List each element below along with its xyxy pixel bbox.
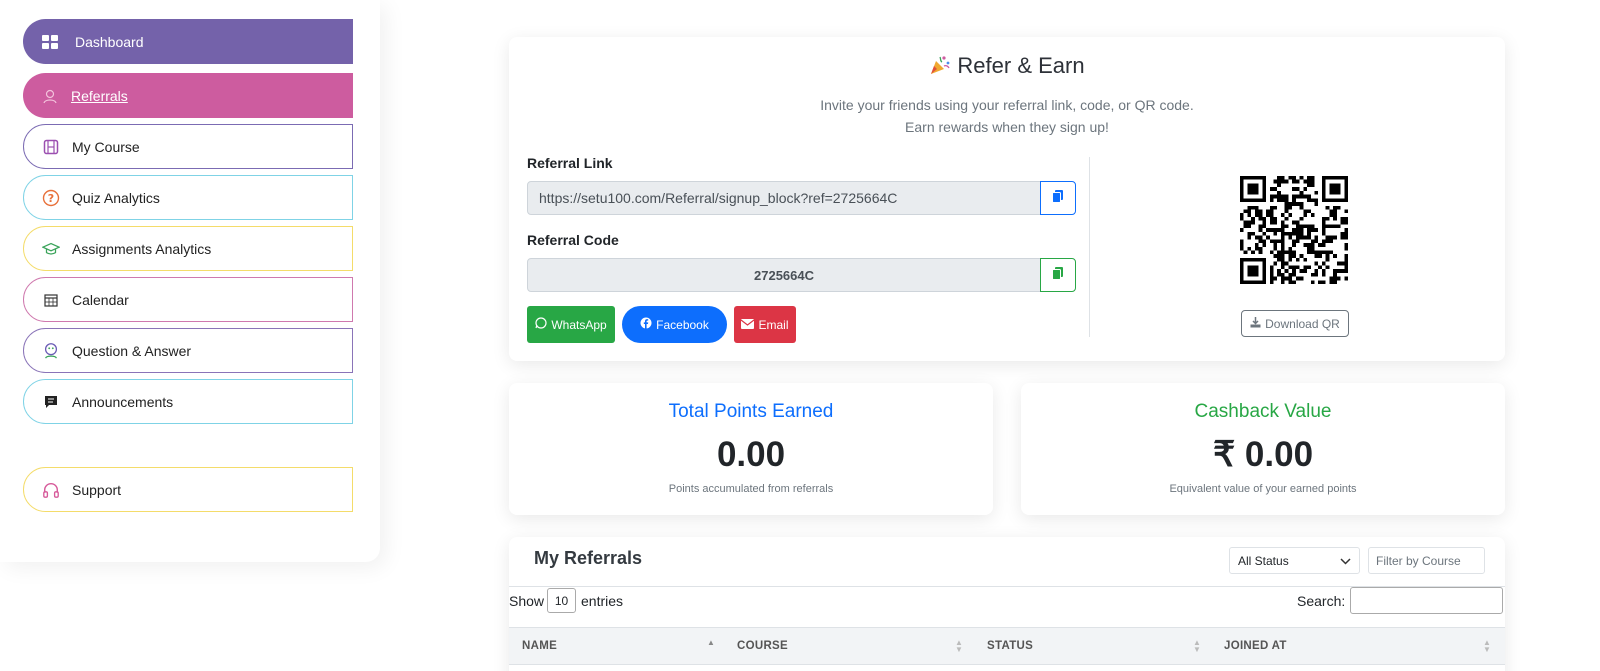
column-header-joined-at[interactable]: JOINED AT bbox=[1224, 628, 1287, 664]
chevron-down-icon bbox=[1340, 554, 1351, 568]
column-header-status[interactable]: STATUS bbox=[987, 628, 1033, 664]
film-icon bbox=[42, 138, 60, 156]
calendar-icon bbox=[42, 291, 60, 309]
copy-code-button[interactable] bbox=[1040, 258, 1076, 292]
sidebar-item-label: Calendar bbox=[72, 291, 129, 308]
copy-link-button[interactable] bbox=[1040, 181, 1076, 215]
grid-icon bbox=[41, 33, 59, 51]
table-header: NAME ▲ COURSE ▲ ▼ STATUS ▲ ▼ JOINED AT ▲ ▼ bbox=[509, 627, 1505, 665]
points-title: Total Points Earned bbox=[668, 401, 834, 422]
sidebar-item-referrals[interactable]: Referrals bbox=[23, 73, 353, 118]
sidebar-item-label: Assignments Analytics bbox=[72, 240, 212, 257]
sort-icon: ▲ ▼ bbox=[955, 638, 963, 654]
column-header-course[interactable]: COURSE bbox=[737, 628, 788, 664]
download-qr-label: Download QR bbox=[1265, 316, 1340, 331]
download-icon bbox=[1250, 316, 1261, 331]
sidebar-item-calendar[interactable]: Calendar bbox=[23, 277, 353, 322]
referral-link-field[interactable]: https://setu100.com/Referral/signup_bloc… bbox=[527, 181, 1041, 215]
message-icon bbox=[42, 393, 60, 411]
sidebar: Dashboard Referrals My Course ? Quiz Ana… bbox=[0, 0, 380, 562]
sidebar-item-label: Announcements bbox=[72, 393, 174, 410]
my-referrals-title: My Referrals bbox=[534, 548, 643, 568]
sidebar-item-assignments-analytics[interactable]: Assignments Analytics bbox=[23, 226, 353, 271]
facebook-icon bbox=[640, 317, 652, 332]
sidebar-item-label: Quiz Analytics bbox=[72, 189, 160, 206]
sidebar-item-label: My Course bbox=[72, 138, 140, 155]
svg-text:?: ? bbox=[48, 192, 54, 205]
sidebar-item-label: Referrals bbox=[71, 87, 128, 104]
show-label: Show bbox=[509, 593, 545, 609]
referral-icon bbox=[41, 87, 59, 105]
whatsapp-label: WhatsApp bbox=[551, 317, 607, 332]
points-value: 0.00 bbox=[716, 435, 786, 474]
column-header-name[interactable]: NAME bbox=[522, 628, 557, 664]
facebook-label: Facebook bbox=[656, 317, 709, 332]
graduation-cap-icon bbox=[42, 240, 60, 258]
refer-subtitle-line2: Earn rewards when they sign up! bbox=[905, 119, 1109, 135]
sort-icon: ▲ ▼ bbox=[1193, 638, 1201, 654]
points-description: Points accumulated from referrals bbox=[668, 483, 834, 495]
status-filter-select[interactable]: All Status bbox=[1229, 547, 1360, 574]
sidebar-item-label: Question & Answer bbox=[72, 342, 192, 359]
referral-code-field[interactable]: 2725664C bbox=[527, 258, 1041, 292]
refer-title-text: Refer & Earn bbox=[957, 53, 1085, 78]
sidebar-item-label: Dashboard bbox=[75, 33, 144, 50]
sidebar-item-announcements[interactable]: Announcements bbox=[23, 379, 353, 424]
course-filter-input[interactable]: Filter by Course bbox=[1368, 547, 1485, 574]
qr-code bbox=[1240, 176, 1348, 284]
my-referrals-card: My Referrals All Status Filter by Course… bbox=[509, 537, 1505, 671]
sort-asc-icon: ▲ bbox=[707, 638, 715, 647]
cashback-value: ₹ 0.00 bbox=[1212, 435, 1314, 474]
headphones-icon bbox=[42, 481, 60, 499]
search-label: Search: bbox=[1297, 593, 1346, 609]
sidebar-item-dashboard[interactable]: Dashboard bbox=[23, 19, 353, 64]
cashback-description: Equivalent value of your earned points bbox=[1169, 483, 1357, 495]
entries-label: entries bbox=[581, 593, 624, 609]
email-share-button[interactable]: Email bbox=[734, 306, 796, 343]
refer-subtitle-line1: Invite your friends using your referral … bbox=[820, 97, 1194, 113]
copy-icon bbox=[1051, 189, 1065, 208]
sidebar-item-quiz-analytics[interactable]: ? Quiz Analytics bbox=[23, 175, 353, 220]
sidebar-item-label: Support bbox=[72, 481, 122, 498]
status-filter-value: All Status bbox=[1238, 553, 1289, 568]
party-popper-icon bbox=[929, 54, 951, 82]
envelope-icon bbox=[741, 318, 755, 332]
email-label: Email bbox=[758, 317, 789, 332]
points-card: Total Points Earned 0.00 Points accumula… bbox=[509, 383, 993, 515]
entries-select[interactable]: 10 bbox=[547, 588, 576, 613]
refer-title: Refer & Earn bbox=[509, 53, 1505, 82]
qa-icon bbox=[42, 342, 60, 360]
whatsapp-share-button[interactable]: WhatsApp bbox=[527, 306, 615, 343]
cashback-title: Cashback Value bbox=[1194, 401, 1332, 422]
whatsapp-icon bbox=[535, 317, 547, 332]
cashback-card: Cashback Value ₹ 0.00 Equivalent value o… bbox=[1021, 383, 1505, 515]
vertical-divider bbox=[1089, 157, 1090, 337]
download-qr-button[interactable]: Download QR bbox=[1241, 310, 1349, 337]
question-icon: ? bbox=[42, 189, 60, 207]
sidebar-item-my-course[interactable]: My Course bbox=[23, 124, 353, 169]
facebook-share-button[interactable]: Facebook bbox=[622, 306, 727, 343]
search-input[interactable] bbox=[1350, 587, 1503, 614]
copy-icon bbox=[1051, 266, 1065, 285]
referral-code-label: Referral Code bbox=[527, 232, 619, 248]
sort-icon: ▲ ▼ bbox=[1483, 638, 1491, 654]
sidebar-item-support[interactable]: Support bbox=[23, 467, 353, 512]
referral-link-label: Referral Link bbox=[527, 155, 613, 171]
sidebar-item-question-answer[interactable]: Question & Answer bbox=[23, 328, 353, 373]
